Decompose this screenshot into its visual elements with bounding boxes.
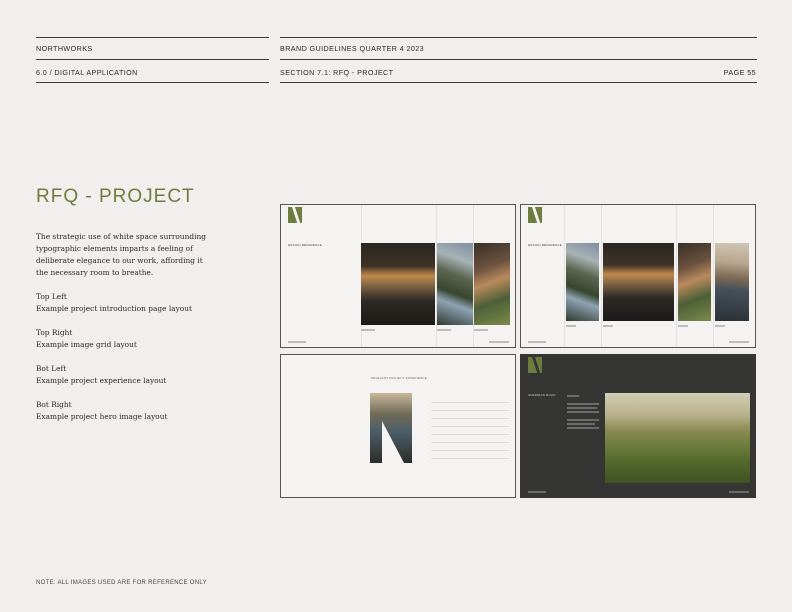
mountain-photo — [566, 243, 599, 321]
thumbnail-top-right: DESIGN REFERENCE — [520, 204, 756, 348]
design-reference-label: DESIGN REFERENCE — [288, 243, 323, 247]
header-rule-bottom-right — [280, 82, 757, 83]
header-rule-bottom-left — [36, 82, 269, 83]
header-rule-top-left — [36, 37, 269, 38]
n-shaped-photo — [370, 393, 412, 463]
page-number: PAGE 55 — [723, 68, 756, 77]
interior-photo — [361, 243, 435, 325]
header-rule-top-right — [280, 37, 757, 38]
item-bot-right-heading: Bot Right — [36, 400, 72, 409]
northworks-logo-icon — [288, 207, 302, 223]
item-bot-left-heading: Bot Left — [36, 364, 67, 373]
item-top-left-heading: Top Left — [36, 292, 67, 301]
northworks-logo-icon — [528, 207, 542, 223]
header-rule-mid-right — [280, 59, 757, 60]
header-rule-mid-left — [36, 59, 269, 60]
item-top-right-desc: Example image grid layout — [36, 340, 137, 349]
subsection-label: SECTION 7.1: RFQ - PROJECT — [280, 68, 394, 77]
thumbnail-top-left: DESIGN REFERENCE — [280, 204, 516, 348]
thumbnail-bot-right: SHERIDAN ROAD — [520, 354, 756, 498]
reference-note: NOTE: ALL IMAGES USED ARE FOR REFERENCE … — [36, 580, 207, 586]
coast-photo — [715, 243, 749, 321]
item-bot-left-desc: Example project experience layout — [36, 376, 167, 385]
mountain-photo — [437, 243, 473, 325]
terrace-photo — [678, 243, 711, 321]
relevant-project-experience-label: RELEVANT PROJECT EXPERIENCE — [371, 376, 427, 380]
northworks-logo-icon — [528, 357, 542, 373]
document-title: BRAND GUIDELINES QUARTER 4 2023 — [280, 44, 425, 53]
brand-name: NORTHWORKS — [36, 44, 93, 53]
sheridan-road-label: SHERIDAN ROAD — [528, 393, 556, 397]
design-reference-label: DESIGN REFERENCE — [528, 243, 563, 247]
thumbnail-bot-left: RELEVANT PROJECT EXPERIENCE — [280, 354, 516, 498]
item-bot-right-desc: Example project hero image layout — [36, 412, 168, 421]
interior-photo — [603, 243, 674, 321]
item-top-left-desc: Example project introduction page layout — [36, 304, 192, 313]
item-top-right-heading: Top Right — [36, 328, 73, 337]
page-title: RFQ - PROJECT — [36, 186, 195, 207]
intro-paragraph: The strategic use of white space surroun… — [36, 232, 206, 277]
landscape-hero-photo — [605, 393, 750, 483]
terrace-photo — [474, 243, 510, 325]
section-label: 6.0 / DIGITAL APPLICATION — [36, 68, 138, 77]
